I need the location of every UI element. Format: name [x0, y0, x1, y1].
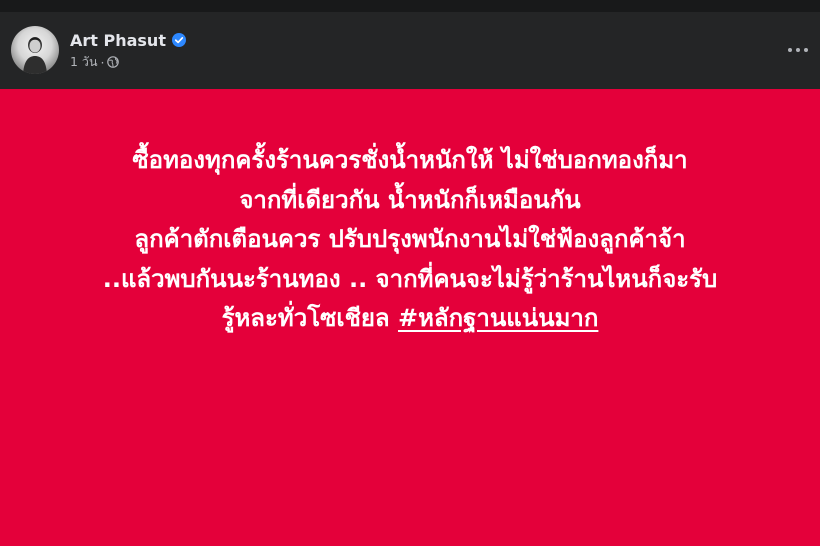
post-line-text: รู้หละทั่วโซเชียล	[221, 304, 390, 332]
post-message: ซื้อทองทุกครั้งร้านควรชั่งน้ำหนักให้ ไม่…	[20, 141, 800, 339]
post-line: ..แล้วพบกันนะร้านทอง .. จากที่คนจะไม่รู้…	[102, 264, 718, 293]
post-line: จากที่เดียวกัน น้ำหนักก็เหมือนกัน	[239, 185, 581, 214]
more-dot	[788, 48, 792, 52]
post-line-last: รู้หละทั่วโซเชียล #หลักฐานแน่นมาก	[20, 299, 800, 339]
more-dot	[804, 48, 808, 52]
author-avatar[interactable]	[11, 26, 59, 74]
meta-separator: ·	[100, 54, 105, 70]
more-options-icon[interactable]	[786, 44, 810, 56]
author-name[interactable]: Art Phasut	[70, 31, 166, 50]
more-dot	[796, 48, 800, 52]
post-line: ลูกค้าตักเตือนควร ปรับปรุงพนักงานไม่ใช่ฟ…	[134, 225, 686, 253]
window-top-strip	[0, 0, 820, 12]
post-header: Art Phasut 1 วัน ·	[0, 12, 820, 89]
verified-badge-icon	[171, 33, 186, 47]
hashtag-link[interactable]: #หลักฐานแน่นมาก	[398, 304, 598, 332]
post-timestamp[interactable]: 1 วัน	[70, 52, 98, 72]
post-line: ซื้อทองทุกครั้งร้านควรชั่งน้ำหนักให้ ไม่…	[132, 146, 688, 174]
avatar-portrait-icon	[23, 37, 47, 74]
globe-icon[interactable]	[107, 56, 120, 68]
